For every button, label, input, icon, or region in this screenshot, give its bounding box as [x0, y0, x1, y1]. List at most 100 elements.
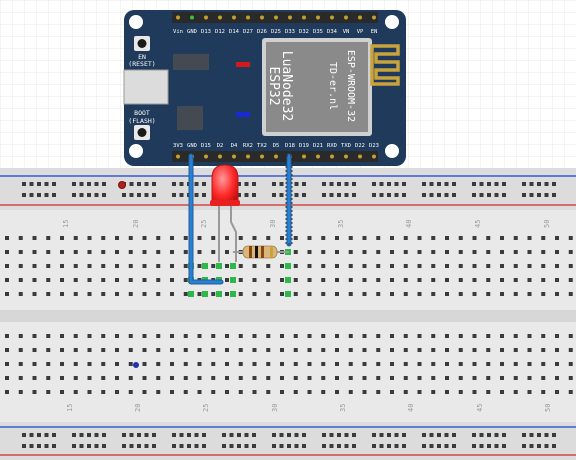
active-hole: [216, 291, 222, 297]
breadboard-hole: [422, 193, 426, 197]
pin-label: D12: [215, 29, 225, 35]
breadboard-hole: [376, 376, 381, 380]
active-hole: [285, 291, 291, 297]
breadboard-hole: [568, 292, 573, 296]
breadboard-hole: [431, 236, 436, 240]
breadboard-hole: [29, 182, 34, 186]
circuit-diagram: 15 20 25 30 35 40 45 50 15 20 25 30 35 4…: [0, 0, 576, 460]
breadboard-hole: [294, 182, 299, 186]
breadboard-hole: [170, 334, 174, 338]
pin-label: D15: [201, 143, 211, 149]
breadboard-hole: [52, 193, 56, 197]
breadboard-hole: [302, 433, 306, 437]
breadboard-hole: [244, 444, 249, 448]
resistor-band: [261, 246, 264, 258]
breadboard-hole: [431, 292, 436, 296]
breadboard-hole: [522, 182, 526, 186]
breadboard-hole: [280, 236, 284, 240]
breadboard-hole: [376, 292, 381, 296]
breadboard-hole: [321, 250, 326, 254]
breadboard-hole: [172, 193, 176, 197]
breadboard-hole: [87, 250, 92, 254]
breadboard-hole: [552, 444, 556, 448]
breadboard-hole: [202, 193, 206, 197]
breadboard-hole: [307, 292, 312, 296]
breadboard-hole: [302, 193, 306, 197]
col-num: 25: [202, 404, 210, 412]
red-marker-dot: [118, 181, 126, 189]
breadboard-hole: [431, 362, 436, 366]
col-num: 35: [337, 220, 345, 228]
breadboard-hole: [237, 444, 241, 448]
usb-connector: [123, 69, 169, 105]
breadboard-hole: [197, 348, 202, 352]
blue-led-smd: [236, 112, 250, 117]
breadboard-hole: [362, 362, 367, 366]
breadboard-hole: [170, 250, 174, 254]
breadboard-hole: [445, 348, 449, 352]
breadboard-hole: [87, 376, 92, 380]
breadboard-hole: [101, 236, 106, 240]
breadboard-hole: [437, 444, 441, 448]
breadboard-hole: [555, 292, 559, 296]
breadboard-hole: [225, 236, 229, 240]
breadboard-hole: [101, 250, 106, 254]
pin-label: 3V3: [173, 143, 183, 149]
breadboard-hole: [529, 182, 534, 186]
breadboard-hole: [237, 433, 241, 437]
breadboard-hole: [541, 362, 546, 366]
breadboard-hole: [60, 390, 64, 394]
breadboard-hole: [183, 334, 188, 338]
breadboard-hole: [537, 193, 541, 197]
breadboard-hole: [142, 362, 147, 366]
breadboard-hole: [5, 278, 9, 282]
breadboard-hole: [294, 433, 299, 437]
breadboard-hole: [115, 348, 119, 352]
breadboard-hole: [390, 278, 394, 282]
breadboard-hole: [486, 348, 491, 352]
breadboard-hole: [144, 433, 149, 437]
breadboard-hole: [529, 193, 534, 197]
breadboard-hole: [293, 376, 298, 380]
breadboard-hole: [46, 362, 51, 366]
breadboard-hole: [5, 348, 9, 352]
en-button-cap: [137, 39, 147, 48]
breadboard-hole: [529, 433, 534, 437]
breadboard-hole: [32, 362, 37, 366]
breadboard-hole: [156, 250, 161, 254]
usb-uart-chip: [177, 106, 203, 130]
breadboard-hole: [445, 334, 449, 338]
pin-label: D2: [217, 143, 224, 149]
breadboard-hole: [197, 334, 202, 338]
breadboard-hole: [115, 236, 119, 240]
breadboard-hole: [487, 433, 491, 437]
breadboard-hole: [202, 444, 206, 448]
col-num: 25: [200, 220, 208, 228]
breadboard-hole: [390, 362, 394, 366]
module-site: TD-er.nl: [327, 62, 338, 110]
breadboard-hole: [431, 334, 436, 338]
esp32-board[interactable]: Vin GND D13 D12 D14 D27 D26 D25 D33 D32 …: [123, 10, 406, 166]
breadboard-hole: [238, 362, 243, 366]
breadboard-hole: [479, 433, 484, 437]
boot-label: BOOT: [134, 109, 150, 117]
breadboard-hole: [60, 348, 64, 352]
breadboard-hole: [211, 264, 216, 268]
breadboard-hole: [500, 362, 504, 366]
blue-marker-dot: [133, 362, 139, 368]
breadboard-hole: [73, 348, 78, 352]
breadboard-hole: [5, 334, 9, 338]
breadboard-hole: [362, 292, 367, 296]
pin-label: D13: [201, 29, 211, 35]
breadboard-hole: [142, 334, 147, 338]
breadboard-hole: [87, 444, 91, 448]
breadboard-hole: [197, 362, 202, 366]
breadboard-hole: [46, 334, 51, 338]
breadboard-hole: [293, 348, 298, 352]
breadboard-hole: [403, 250, 408, 254]
pin-label: D33: [285, 29, 295, 35]
breadboard-hole: [500, 348, 504, 352]
breadboard-hole: [348, 292, 353, 296]
breadboard-hole: [32, 390, 37, 394]
breadboard-hole: [183, 376, 188, 380]
